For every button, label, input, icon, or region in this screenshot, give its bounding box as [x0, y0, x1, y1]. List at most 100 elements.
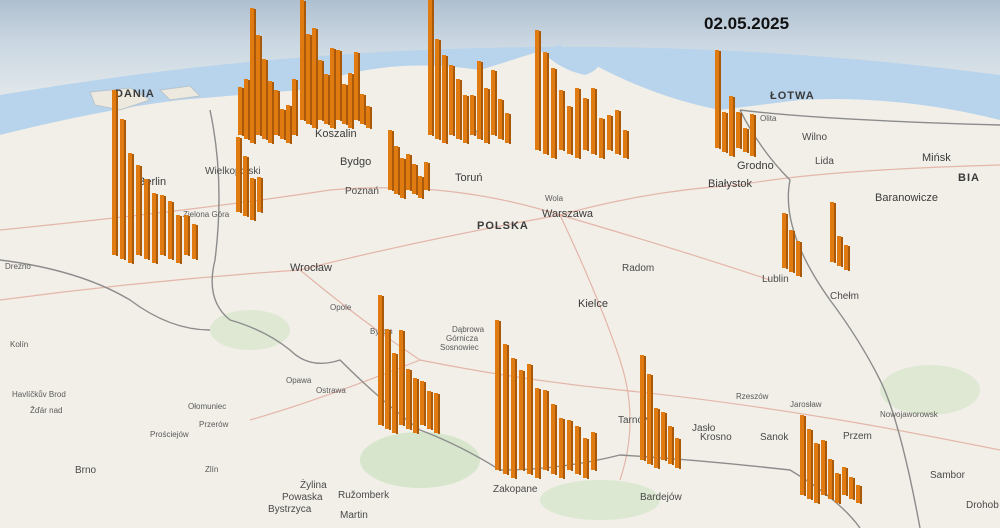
data-bar [575, 88, 579, 158]
bar-cluster-gdansk [428, 0, 511, 144]
bar-cluster-wschod [830, 202, 850, 271]
data-bar-side [140, 166, 142, 256]
map-viewport[interactable]: DANIA ŁOTWA POLSKA BIA Koszalin Bydgo Toruń Poz… [0, 0, 1000, 528]
data-bar [280, 109, 284, 139]
data-bar-side [571, 421, 573, 471]
data-bar-side [439, 40, 441, 140]
data-bar-side [555, 69, 557, 159]
data-bar [849, 477, 853, 499]
data-bar-side [370, 107, 372, 129]
data-bar [511, 358, 515, 478]
data-bar [583, 438, 587, 478]
data-bar [463, 95, 467, 143]
data-bar [144, 179, 148, 259]
bar-cluster-mazury [535, 30, 629, 159]
data-bar-side [453, 66, 455, 136]
data-bar-side [531, 365, 533, 475]
data-bar [336, 50, 340, 120]
data-bar-side [786, 214, 788, 269]
data-bar-side [322, 61, 324, 121]
bar-layer [112, 0, 862, 504]
data-bar [152, 193, 156, 263]
data-bar-side [846, 468, 848, 496]
data-bar [615, 110, 619, 154]
data-bar [551, 404, 555, 474]
data-bar-side [644, 356, 646, 461]
data-bar [378, 295, 382, 425]
data-bar [420, 381, 424, 425]
data-bar [830, 202, 834, 262]
data-bar [348, 73, 352, 128]
data-bar [543, 390, 547, 470]
data-bar [750, 114, 754, 156]
data-bar [442, 55, 446, 143]
data-bar [428, 0, 432, 135]
data-bar [250, 8, 254, 143]
data-bar [607, 115, 611, 150]
data-bar-side [495, 71, 497, 136]
data-bar-side [261, 178, 263, 213]
data-bar-side [124, 120, 126, 260]
data-bar [470, 95, 474, 135]
data-bar-side [132, 154, 134, 264]
data-bar-side [603, 119, 605, 159]
data-bar [342, 84, 346, 124]
data-bar [128, 153, 132, 263]
data-bar [591, 432, 595, 470]
data-bar [406, 154, 410, 190]
data-bar [722, 112, 726, 152]
data-bar-side [832, 460, 834, 500]
data-bar-side [432, 0, 434, 136]
data-bar-side [266, 60, 268, 140]
data-bar-side [247, 157, 249, 217]
data-bar-side [304, 1, 306, 121]
data-bar [567, 106, 571, 154]
data-bar [306, 34, 310, 124]
data-bar-side [364, 95, 366, 125]
data-bar-side [679, 439, 681, 469]
data-bar-side [539, 31, 541, 151]
data-bar-side [290, 106, 292, 144]
data-bar [238, 87, 242, 135]
data-bar-side [260, 36, 262, 136]
data-bar-side [547, 391, 549, 471]
data-bar [559, 90, 563, 150]
data-bar-side [196, 225, 198, 260]
data-bar [449, 65, 453, 135]
data-bar [324, 74, 328, 124]
data-bar [286, 105, 290, 143]
data-bar [434, 393, 438, 433]
data-bar [575, 426, 579, 474]
data-bar-side [240, 138, 242, 213]
data-bar [551, 68, 555, 158]
data-bar-side [148, 180, 150, 260]
bar-cluster-tarnow [640, 355, 681, 469]
data-bar [559, 418, 563, 478]
data-bar [856, 485, 860, 503]
data-bar-side [507, 345, 509, 475]
data-bar [394, 146, 398, 194]
data-bar-side [841, 237, 843, 267]
data-bar [623, 130, 627, 158]
data-bar [535, 30, 539, 150]
data-bar-side [431, 392, 433, 430]
data-bar-side [747, 129, 749, 153]
data-bar-side [389, 330, 391, 430]
data-bar-side [328, 75, 330, 125]
data-bar-side [316, 29, 318, 129]
data-bar-side [502, 100, 504, 140]
data-bar-side [587, 439, 589, 479]
data-bar-side [410, 155, 412, 191]
data-bar-side [848, 246, 850, 271]
data-bar [312, 28, 316, 128]
data-bar-side [410, 370, 412, 430]
data-bar-side [446, 56, 448, 144]
data-bar-side [547, 53, 549, 155]
data-bar [330, 48, 334, 128]
data-bar-side [403, 331, 405, 426]
data-bar [599, 118, 603, 158]
data-bar [535, 388, 539, 478]
data-bar-side [474, 96, 476, 136]
data-bar-side [164, 196, 166, 256]
data-bar [136, 165, 140, 255]
